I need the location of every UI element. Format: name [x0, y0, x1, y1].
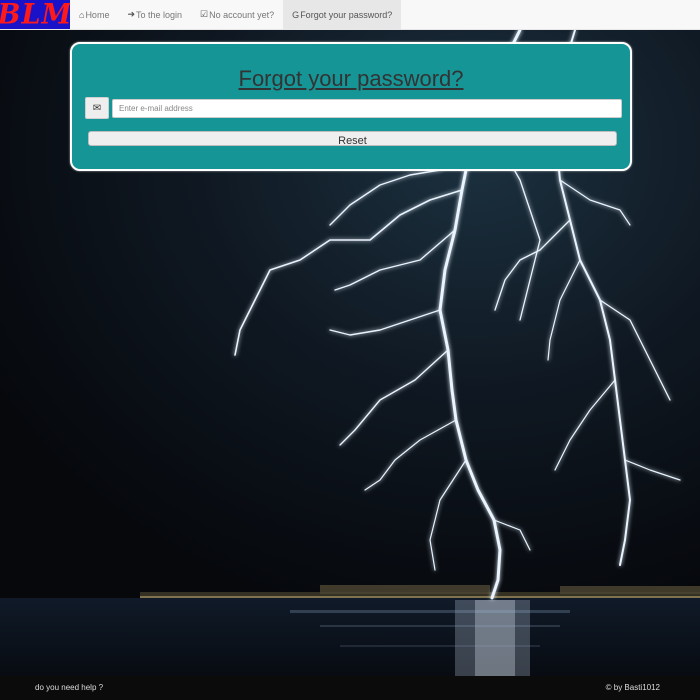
email-input[interactable] [112, 99, 622, 118]
login-icon: ➜ [127, 9, 135, 19]
brand-logo[interactable]: BLM [0, 0, 70, 29]
nav-item-register-label: No account yet? [209, 9, 275, 20]
brand-logo-text: BLM [0, 0, 70, 29]
nav-item-forgot-password[interactable]: G Forgot your password? [283, 0, 402, 29]
home-icon: ⌂ [79, 9, 85, 20]
nav-item-home-label: Home [85, 9, 110, 20]
check-icon: ☑ [200, 9, 209, 19]
nav-item-register[interactable]: ☑ No account yet? [191, 0, 283, 29]
page-title: Forgot your password? [238, 66, 464, 91]
google-icon: G [292, 9, 300, 20]
nav-item-login-label: To the login [136, 9, 183, 20]
envelope-icon: ✉ [85, 97, 109, 119]
nav-item-forgot-password-label: Forgot your password? [300, 9, 393, 20]
nav-item-login[interactable]: ➜ To the login [118, 0, 191, 29]
copyright-text: © by Basti1012 [605, 683, 660, 692]
reset-button[interactable]: Reset [88, 131, 617, 147]
help-link[interactable]: do you need help ? [35, 683, 103, 692]
forgot-password-form: Forgot your password? ✉ Reset [70, 42, 632, 171]
footer: do you need help ? © by Basti1012 [0, 676, 700, 700]
top-navbar: BLM ⌂ Home ➜ To the login ☑ No account y… [0, 0, 700, 30]
nav-item-home[interactable]: ⌂ Home [70, 0, 118, 29]
